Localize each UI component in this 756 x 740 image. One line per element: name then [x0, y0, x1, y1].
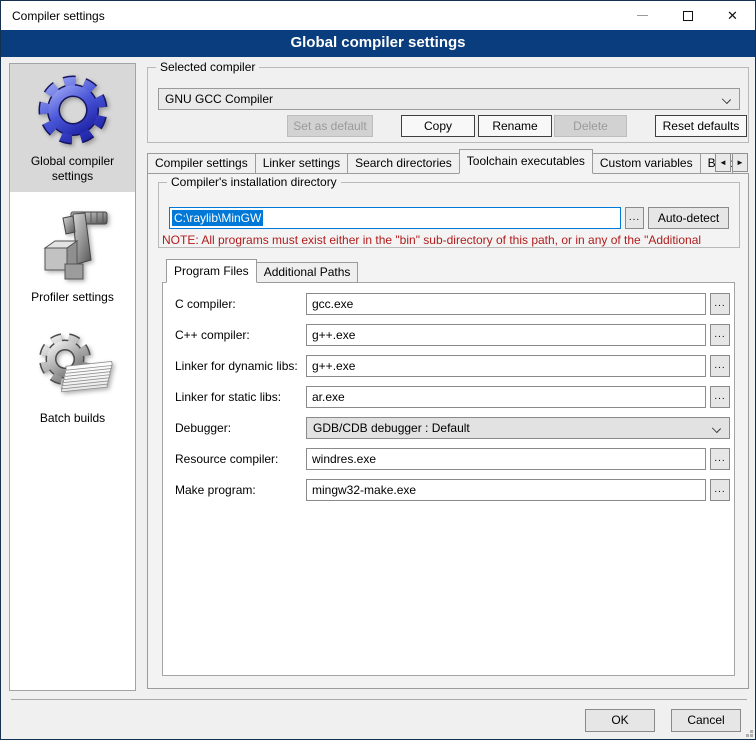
ok-button[interactable]: OK [585, 709, 655, 732]
gray-gear-stack-icon [33, 327, 113, 407]
c-compiler-input[interactable] [306, 293, 706, 315]
static-linker-input[interactable] [306, 386, 706, 408]
sidebar-item-label: Profiler settings [31, 290, 114, 305]
set-as-default-button: Set as default [287, 115, 373, 137]
sidebar-item-profiler-settings[interactable]: Profiler settings [10, 200, 135, 313]
settings-category-list: Global compiler settings [9, 63, 136, 691]
static-linker-label: Linker for static libs: [175, 390, 281, 404]
close-button[interactable]: ✕ [710, 1, 755, 30]
cancel-button[interactable]: Cancel [671, 709, 741, 732]
chevron-down-icon [722, 95, 731, 104]
minimize-icon [637, 15, 648, 16]
tab-scroll-left-icon[interactable]: ◄ [715, 153, 731, 172]
tab-custom-variables[interactable]: Custom variables [592, 153, 701, 174]
resize-grip[interactable] [750, 734, 753, 737]
sidebar-item-batch-builds[interactable]: Batch builds [10, 321, 135, 434]
toolchain-executables-page: Compiler's installation directory C:\ray… [147, 173, 749, 689]
maximize-button[interactable] [665, 1, 710, 30]
chevron-down-icon [712, 424, 721, 433]
make-program-label: Make program: [175, 483, 256, 497]
make-program-input[interactable] [306, 479, 706, 501]
close-icon: ✕ [727, 9, 738, 22]
program-files-page: C compiler: ... C++ compiler: ... Linker… [162, 282, 735, 676]
tab-search-directories[interactable]: Search directories [347, 153, 460, 174]
cpp-compiler-label: C++ compiler: [175, 328, 250, 342]
caliper-icon [33, 206, 113, 286]
group-title: Compiler's installation directory [167, 175, 341, 189]
selected-compiler-group: Selected compiler GNU GCC Compiler Set a… [147, 67, 749, 143]
footer-divider [11, 699, 747, 700]
compiler-settings-dialog: Compiler settings ✕ Global compiler sett… [0, 0, 756, 740]
installation-note: NOTE: All programs must exist either in … [162, 233, 738, 247]
resource-compiler-input[interactable] [306, 448, 706, 470]
compiler-select-value: GNU GCC Compiler [165, 92, 273, 106]
group-title: Selected compiler [156, 60, 259, 74]
c-compiler-label: C compiler: [175, 297, 236, 311]
dialog-banner-title: Global compiler settings [1, 30, 755, 57]
debugger-select[interactable]: GDB/CDB debugger : Default [306, 417, 730, 439]
tab-toolchain-executables[interactable]: Toolchain executables [459, 149, 593, 174]
browse-directory-button[interactable]: ... [625, 207, 644, 229]
cpp-compiler-input[interactable] [306, 324, 706, 346]
tab-linker-settings[interactable]: Linker settings [255, 153, 348, 174]
installation-directory-input[interactable]: C:\raylib\MinGW [169, 207, 621, 229]
debugger-select-value: GDB/CDB debugger : Default [313, 421, 470, 435]
settings-tab-strip: Compiler settings Linker settings Search… [147, 151, 749, 174]
title-bar: Compiler settings ✕ [1, 1, 755, 30]
program-files-tab-strip: Program Files Additional Paths [166, 260, 357, 283]
sidebar-item-label: Global compiler settings [14, 154, 131, 184]
dynamic-linker-browse-button[interactable]: ... [710, 355, 730, 377]
tab-additional-paths[interactable]: Additional Paths [256, 262, 359, 283]
auto-detect-button[interactable]: Auto-detect [648, 207, 729, 229]
window-title: Compiler settings [1, 9, 105, 23]
rename-button[interactable]: Rename [478, 115, 552, 137]
sidebar-item-label: Batch builds [40, 411, 105, 426]
debugger-label: Debugger: [175, 421, 231, 435]
tab-scroll-right-icon[interactable]: ► [732, 153, 748, 172]
maximize-icon [683, 11, 693, 21]
copy-button[interactable]: Copy [401, 115, 475, 137]
selected-path-text: C:\raylib\MinGW [172, 210, 263, 226]
static-linker-browse-button[interactable]: ... [710, 386, 730, 408]
c-compiler-browse-button[interactable]: ... [710, 293, 730, 315]
delete-button: Delete [554, 115, 627, 137]
minimize-button[interactable] [620, 1, 665, 30]
blue-gear-icon [33, 70, 113, 150]
sidebar-item-global-compiler-settings[interactable]: Global compiler settings [10, 64, 135, 192]
installation-directory-group: Compiler's installation directory C:\ray… [158, 182, 740, 248]
reset-defaults-button[interactable]: Reset defaults [655, 115, 747, 137]
tab-compiler-settings[interactable]: Compiler settings [147, 153, 256, 174]
dynamic-linker-label: Linker for dynamic libs: [175, 359, 298, 373]
caption-buttons: ✕ [620, 1, 755, 30]
make-program-browse-button[interactable]: ... [710, 479, 730, 501]
cpp-compiler-browse-button[interactable]: ... [710, 324, 730, 346]
resource-compiler-browse-button[interactable]: ... [710, 448, 730, 470]
dynamic-linker-input[interactable] [306, 355, 706, 377]
tab-scroll-buttons: ◄ ► [715, 153, 748, 172]
tab-program-files[interactable]: Program Files [166, 259, 257, 283]
compiler-select[interactable]: GNU GCC Compiler [158, 88, 740, 110]
resource-compiler-label: Resource compiler: [175, 452, 278, 466]
